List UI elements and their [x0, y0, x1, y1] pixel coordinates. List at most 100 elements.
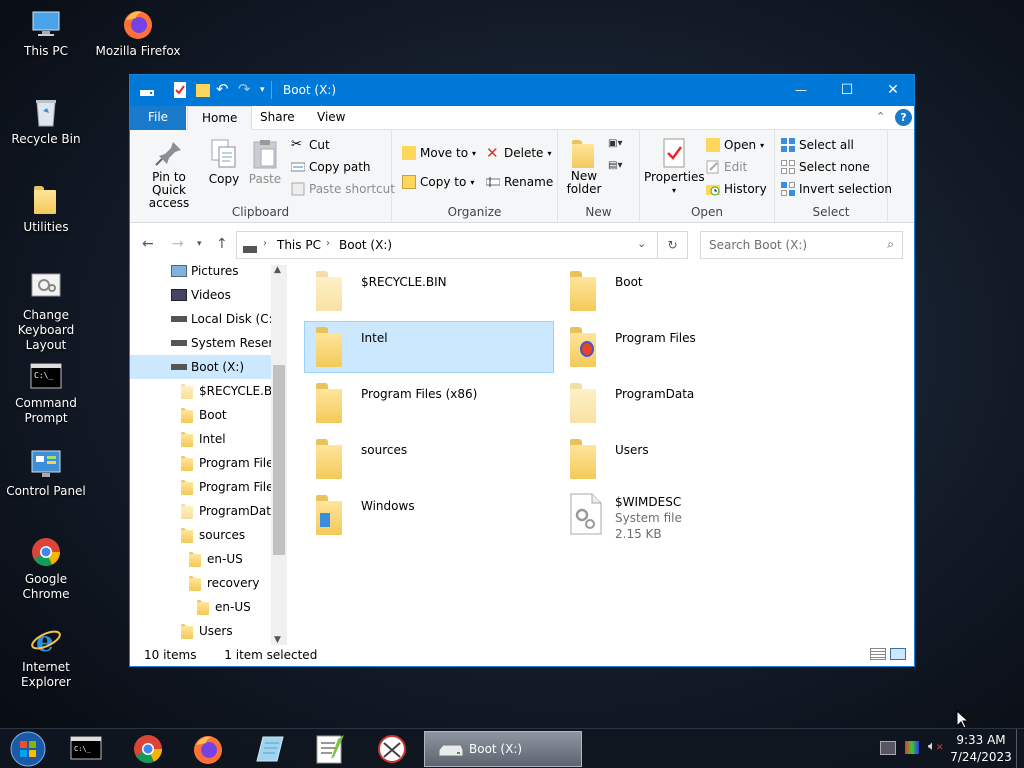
file-item-programdata[interactable]: ProgramData: [558, 377, 808, 429]
file-item-sources[interactable]: sources: [304, 433, 554, 485]
nav-item-recovery[interactable]: recovery: [130, 571, 272, 595]
properties-button[interactable]: Properties ▾: [644, 138, 705, 197]
taskbar-command-prompt[interactable]: C:\_: [60, 729, 112, 768]
file-item-program-files-x86[interactable]: Program Files (x86): [304, 377, 554, 429]
nav-item-system-reserved[interactable]: System Reserved: [130, 331, 287, 355]
file-item-boot[interactable]: Boot: [558, 265, 808, 317]
nav-item-en-us[interactable]: en-US: [130, 547, 272, 571]
nav-item-intel[interactable]: Intel: [130, 427, 272, 451]
history-button[interactable]: History: [706, 182, 767, 196]
select-none-button[interactable]: Select none: [781, 160, 870, 174]
search-input[interactable]: Search Boot (X:) ⌕: [700, 231, 903, 259]
new-item-button[interactable]: ▣▾: [608, 138, 622, 149]
volume-muted-icon[interactable]: 🔈︎✕: [928, 739, 943, 754]
forward-arrow-icon[interactable]: →: [172, 236, 184, 252]
help-icon[interactable]: ?: [895, 109, 912, 126]
new-folder-button[interactable]: New folder: [564, 138, 604, 196]
address-dropdown-chevron-icon[interactable]: ⌄: [637, 237, 646, 250]
breadcrumb-this-pc[interactable]: This PC: [277, 238, 321, 252]
desktop-icon-keyboard-layout[interactable]: Change Keyboard Layout: [0, 272, 92, 353]
nav-item-videos[interactable]: Videos: [130, 283, 272, 307]
taskbar-notepad[interactable]: [243, 729, 295, 768]
tab-home[interactable]: Home: [187, 106, 253, 130]
back-arrow-icon[interactable]: ←: [142, 236, 154, 252]
color-tray-icon[interactable]: [905, 741, 919, 754]
move-to-button[interactable]: Move to ▾: [402, 146, 476, 160]
desktop-icon-internet-explorer[interactable]: e Internet Explorer: [0, 624, 92, 690]
file-item-recycle-bin[interactable]: $RECYCLE.BIN: [304, 265, 554, 317]
paste-button[interactable]: Paste: [247, 138, 283, 186]
tab-view[interactable]: View: [303, 106, 359, 130]
edit-button[interactable]: Edit: [706, 160, 747, 174]
copy-path-button[interactable]: Copy path: [291, 160, 371, 174]
breadcrumb-boot[interactable]: Boot (X:): [339, 238, 392, 252]
tab-file[interactable]: File: [130, 106, 186, 130]
start-button[interactable]: [2, 729, 54, 768]
network-tray-icon[interactable]: [880, 741, 896, 755]
taskbar-firefox[interactable]: [182, 729, 234, 768]
desktop-icon-firefox[interactable]: Mozilla Firefox: [92, 8, 184, 59]
select-all-button[interactable]: Select all: [781, 138, 854, 152]
file-item-intel[interactable]: Intel: [304, 321, 554, 373]
new-folder-quick-icon[interactable]: [196, 82, 210, 98]
file-explorer-window[interactable]: ↶ ↷ ▾ Boot (X:) — ☐ ✕ File Home Share Vi…: [129, 74, 915, 667]
show-desktop-button[interactable]: [1016, 729, 1024, 768]
desktop-icon-this-pc[interactable]: This PC: [0, 8, 92, 59]
nav-item-boot-drive[interactable]: Boot (X:): [130, 355, 272, 379]
nav-item-program-files[interactable]: Program Files: [130, 451, 280, 475]
large-icons-view-icon[interactable]: [890, 648, 906, 660]
desktop-icon-control-panel[interactable]: Control Panel: [0, 448, 92, 499]
copy-button[interactable]: Copy: [206, 138, 242, 186]
nav-item-recovery-en-us[interactable]: en-US: [130, 595, 272, 619]
nav-item-programdata[interactable]: ProgramData: [130, 499, 278, 523]
easy-access-button[interactable]: ▤▾: [608, 160, 622, 171]
delete-button[interactable]: ✕ Delete ▾: [486, 146, 551, 161]
collapse-ribbon-icon[interactable]: ⌃: [876, 110, 885, 123]
nav-item-sources[interactable]: sources: [130, 523, 272, 547]
address-bar[interactable]: › This PC › Boot (X:) ⌄: [236, 231, 658, 259]
nav-scrollbar[interactable]: ▲ ▼: [271, 265, 287, 645]
system-clock[interactable]: 9:33 AM 7/24/2023: [950, 732, 1012, 766]
tab-share[interactable]: Share: [246, 106, 309, 130]
copy-to-button[interactable]: Copy to ▾: [402, 175, 474, 189]
invert-selection-button[interactable]: Invert selection: [781, 182, 892, 196]
open-button[interactable]: Open ▾: [706, 138, 764, 152]
scroll-up-icon[interactable]: ▲: [274, 265, 281, 275]
desktop-icon-utilities[interactable]: Utilities: [0, 184, 92, 235]
details-view-icon[interactable]: [870, 648, 886, 660]
file-item-windows[interactable]: Windows: [304, 489, 554, 541]
nav-item-program-files-x86[interactable]: Program Files (x86): [130, 475, 287, 499]
recent-locations-chevron-icon[interactable]: ▾: [197, 239, 202, 249]
nav-item-users[interactable]: Users: [130, 619, 272, 643]
nav-item-recycle-bin-folder[interactable]: $RECYCLE.BIN: [130, 379, 285, 403]
scroll-thumb[interactable]: [273, 365, 285, 555]
title-bar[interactable]: ↶ ↷ ▾ Boot (X:) — ☐ ✕: [130, 75, 914, 106]
cut-button[interactable]: ✂ Cut: [291, 138, 330, 153]
redo-icon[interactable]: ↷: [238, 80, 251, 98]
desktop-icon-command-prompt[interactable]: C:\_ Command Prompt: [0, 360, 92, 426]
file-item-users[interactable]: Users: [558, 433, 808, 485]
refresh-icon[interactable]: ↻: [658, 231, 688, 259]
pin-quick-access-button[interactable]: Pin to Quick access: [136, 138, 202, 210]
close-button[interactable]: ✕: [870, 75, 916, 105]
desktop-icon-recycle-bin[interactable]: Recycle Bin: [0, 96, 92, 147]
paste-shortcut-button[interactable]: Paste shortcut: [291, 182, 395, 196]
nav-item-boot-folder[interactable]: Boot: [130, 403, 272, 427]
taskbar-window-boot[interactable]: Boot (X:): [424, 731, 582, 767]
taskbar-notepad-plus-plus[interactable]: [304, 729, 356, 768]
up-arrow-icon[interactable]: ↑: [216, 236, 228, 252]
nav-item-local-disk[interactable]: Local Disk (C:): [130, 307, 277, 331]
rename-button[interactable]: Rename: [486, 175, 553, 189]
properties-quick-icon[interactable]: [174, 82, 186, 98]
minimize-button[interactable]: —: [778, 75, 824, 105]
file-item-program-files[interactable]: Program Files: [558, 321, 808, 373]
taskbar-chrome[interactable]: [122, 729, 174, 768]
taskbar-snipping-tool[interactable]: [366, 729, 418, 768]
maximize-button[interactable]: ☐: [824, 75, 870, 105]
nav-item-pictures[interactable]: Pictures: [130, 265, 272, 283]
scroll-down-icon[interactable]: ▼: [274, 635, 281, 645]
desktop-icon-chrome[interactable]: Google Chrome: [0, 536, 92, 602]
undo-icon[interactable]: ↶: [216, 80, 229, 98]
file-item-wimdesc[interactable]: $WIMDESC System file 2.15 KB: [558, 489, 808, 545]
customize-toolbar-icon[interactable]: ▾: [260, 85, 265, 101]
